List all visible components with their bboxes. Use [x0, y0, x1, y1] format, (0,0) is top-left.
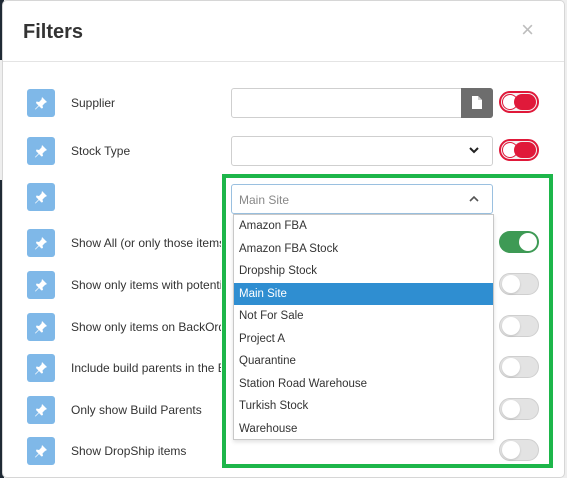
pin-icon	[35, 97, 47, 110]
filter-label: Show All (or only those items	[71, 236, 221, 250]
location-option[interactable]: Project A	[234, 328, 493, 351]
toggle-knob	[502, 441, 520, 459]
location-option[interactable]: Amazon FBA Stock	[234, 238, 493, 261]
only-build-parents-toggle[interactable]	[499, 398, 539, 420]
pin-icon	[35, 191, 47, 204]
pin-button[interactable]	[27, 89, 55, 117]
pin-button[interactable]	[27, 271, 55, 299]
chevron-up-icon	[469, 195, 479, 202]
filter-label: Include build parents in the B	[71, 361, 221, 375]
stock-type-toggle[interactable]	[499, 139, 539, 161]
filter-row-dropship: Show DropShip items	[3, 436, 566, 466]
location-select-value: Main Site	[239, 193, 290, 207]
pin-icon	[35, 445, 47, 458]
chevron-down-icon	[469, 147, 479, 154]
stock-type-select[interactable]	[231, 136, 493, 166]
pin-icon	[35, 362, 47, 375]
pin-button[interactable]	[27, 229, 55, 257]
location-option[interactable]: Quarantine	[234, 350, 493, 373]
pin-button[interactable]	[27, 137, 55, 165]
pin-icon	[35, 279, 47, 292]
location-option-selected[interactable]: Main Site	[234, 282, 493, 305]
supplier-lookup-button[interactable]	[461, 88, 493, 118]
pin-button[interactable]	[27, 396, 55, 424]
pin-button[interactable]	[27, 313, 55, 341]
location-option[interactable]: Station Road Warehouse	[234, 373, 493, 396]
filter-row-supplier: Supplier	[3, 88, 566, 118]
filter-label: Supplier	[71, 96, 116, 110]
file-icon	[472, 96, 482, 109]
toggle-knob	[502, 400, 520, 418]
location-option[interactable]: Not For Sale	[234, 305, 493, 328]
toggle-knob	[502, 275, 520, 293]
pin-button[interactable]	[27, 437, 55, 465]
modal-title: Filters	[23, 21, 84, 43]
backorder-toggle[interactable]	[499, 315, 539, 337]
pin-button[interactable]	[27, 354, 55, 382]
filter-label: Stock Type	[71, 144, 131, 158]
filter-label: Show DropShip items	[71, 444, 187, 458]
close-icon[interactable]: ×	[521, 17, 534, 43]
filter-row-stock-type: Stock Type	[3, 136, 566, 166]
potential-toggle[interactable]	[499, 273, 539, 295]
toggle-knob	[502, 317, 520, 335]
location-options-list: Amazon FBA Amazon FBA Stock Dropship Sto…	[233, 214, 494, 440]
pin-icon	[35, 404, 47, 417]
filter-label: Only show Build Parents	[71, 403, 202, 417]
supplier-input[interactable]	[231, 88, 493, 118]
pin-icon	[35, 237, 47, 250]
show-all-toggle[interactable]	[499, 231, 539, 253]
pin-icon	[35, 145, 47, 158]
dropship-toggle[interactable]	[499, 439, 539, 461]
location-option[interactable]: Turkish Stock	[234, 395, 493, 418]
build-parents-toggle[interactable]	[499, 356, 539, 378]
supplier-toggle[interactable]	[499, 91, 539, 113]
toggle-knob	[502, 142, 518, 158]
toggle-knob	[519, 233, 537, 251]
location-option[interactable]: Warehouse	[234, 418, 493, 441]
modal-header: Filters ×	[3, 1, 564, 62]
filters-modal: Filters × Supplier Stock Type Show All (…	[2, 0, 565, 478]
location-select[interactable]: Main Site	[231, 184, 493, 214]
pin-button[interactable]	[27, 183, 55, 211]
toggle-knob	[502, 358, 520, 376]
toggle-knob	[502, 94, 518, 110]
filter-label: Show only items on BackOrder	[71, 320, 221, 334]
pin-icon	[35, 321, 47, 334]
location-option[interactable]: Amazon FBA	[234, 215, 493, 238]
filter-label: Show only items with potential	[71, 278, 221, 292]
location-option[interactable]: Dropship Stock	[234, 260, 493, 283]
